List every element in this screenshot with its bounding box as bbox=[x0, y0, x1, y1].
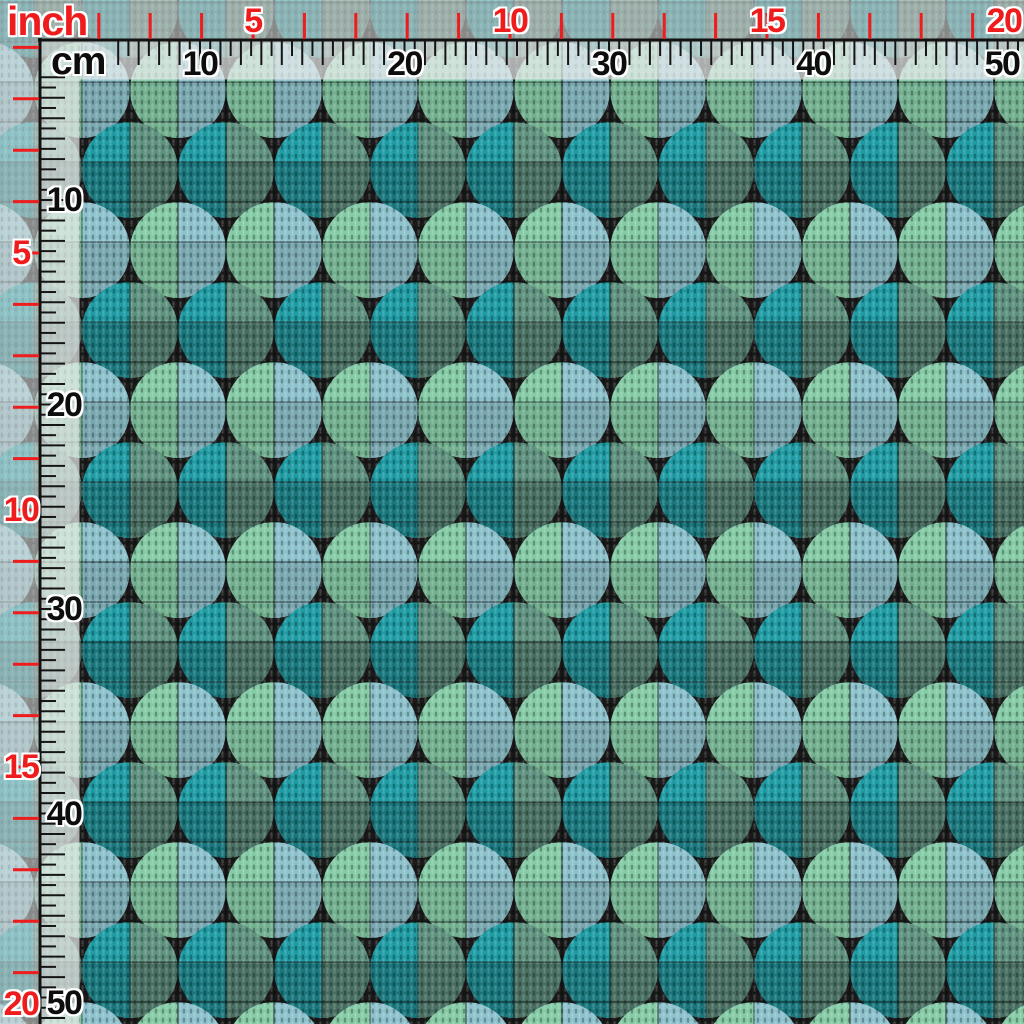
cm-number: 10 bbox=[46, 181, 83, 219]
cm-number: 30 bbox=[46, 590, 83, 628]
cm-number: 30 bbox=[591, 45, 628, 83]
inch-number: 15 bbox=[3, 748, 40, 786]
cm-number: 20 bbox=[46, 385, 83, 424]
inch-number: 15 bbox=[749, 2, 786, 40]
fabric-texture bbox=[0, 0, 1024, 1024]
inch-number: 20 bbox=[3, 985, 40, 1023]
inch-number: 5 bbox=[244, 2, 263, 40]
inch-number: 20 bbox=[986, 2, 1023, 40]
cm-number: 40 bbox=[46, 794, 83, 833]
cm-number: 50 bbox=[46, 984, 83, 1022]
fabric-measurement-preview: inch cm 10 10 20 20 30 30 40 40 50 50 5 5 10 10 15 15 20… bbox=[0, 0, 1024, 1024]
cm-unit-label: cm bbox=[51, 40, 106, 83]
cm-number: 50 bbox=[984, 45, 1021, 83]
cm-number: 20 bbox=[387, 45, 423, 83]
cm-number: 40 bbox=[796, 45, 832, 83]
inch-unit-label: inch bbox=[7, 0, 88, 44]
cm-number: 10 bbox=[182, 45, 219, 83]
inch-number: 10 bbox=[492, 2, 529, 40]
left-inch-zone bbox=[0, 40, 40, 1024]
fabric-pattern-svg bbox=[0, 0, 1024, 1024]
inch-number: 5 bbox=[12, 234, 31, 272]
inch-number: 10 bbox=[3, 491, 40, 529]
